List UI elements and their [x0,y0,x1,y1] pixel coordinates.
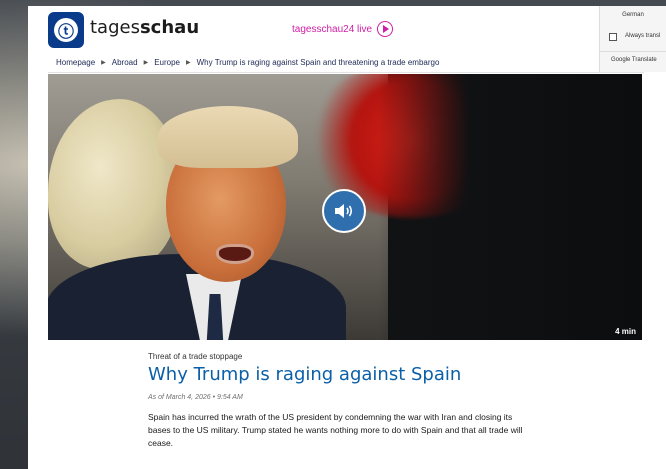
article-teaser: Spain has incurred the wrath of the US p… [148,412,523,448]
google-translate-link[interactable]: Google Translate [611,57,657,63]
breadcrumb: Homepage ▶ Abroad ▶ Europe ▶ Why Trump i… [56,58,439,67]
breadcrumb-current: Why Trump is raging against Spain and th… [196,58,440,67]
always-translate-label[interactable]: Always transl [625,33,660,39]
translate-popup: German Always transl Google Translate [599,6,666,72]
breadcrumb-homepage[interactable]: Homepage [56,58,95,67]
breadcrumb-separator-icon: ▶ [185,60,191,66]
hero-dark-area [378,74,642,340]
person-hair [158,106,298,168]
breadcrumb-separator-icon: ▶ [101,60,106,66]
article-date: As of March 4, 2026 • 9:54 AM [148,394,243,401]
translate-divider [600,51,666,52]
live-link[interactable]: tagesschau24 live [292,21,394,37]
play-icon [377,21,394,37]
speaker-icon [335,204,353,218]
logo-icon: ⓣ [54,18,78,42]
brand-name[interactable]: tagesschau [90,17,199,38]
breadcrumb-europe[interactable]: Europe [154,58,180,67]
translate-language[interactable]: German [600,12,666,18]
live-label: tagesschau24 live [292,23,373,35]
audio-play-button[interactable] [322,189,366,233]
person-mouth [216,244,254,264]
always-translate-checkbox[interactable] [609,33,617,41]
article-title[interactable]: Why Trump is raging against Spain [148,364,461,385]
article-page: ⓣ tagesschau tagesschau24 live Homepage … [28,6,666,469]
site-header: ⓣ tagesschau tagesschau24 live [28,6,666,50]
header-divider [48,72,644,73]
brand-bold: schau [139,17,200,38]
breadcrumb-separator-icon: ▶ [143,60,149,66]
breadcrumb-abroad[interactable]: Abroad [112,58,138,67]
hero-image[interactable]: 4 min [48,74,642,340]
brand-light: tages [90,17,140,38]
tagesschau-logo[interactable]: ⓣ [48,12,84,48]
article-kicker: Threat of a trade stoppage [148,352,243,361]
audio-duration: 4 min [615,327,636,336]
